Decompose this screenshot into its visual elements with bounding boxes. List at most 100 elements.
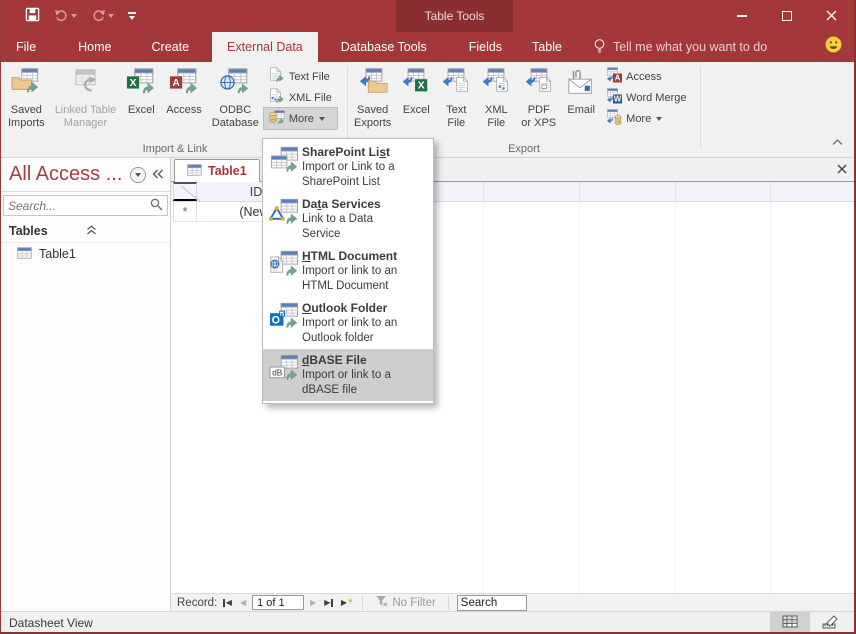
html-document-icon — [266, 249, 302, 280]
export-text-file-button[interactable]: Text File — [437, 64, 475, 138]
svg-text:X: X — [130, 78, 137, 89]
export-word-merge-button[interactable]: W Word Merge — [601, 87, 691, 108]
maximize-icon — [782, 11, 792, 21]
grid-line — [483, 202, 484, 593]
undo-button[interactable] — [54, 7, 77, 25]
document-tab-table1[interactable]: Table1 — [174, 159, 260, 182]
search-icon — [150, 198, 163, 214]
menu-item-description: Import or Link to aSharePoint List — [302, 160, 431, 189]
menu-item-dbase-file[interactable]: dB dBASE File Import or link to adBASE f… — [263, 349, 433, 401]
tab-external-data[interactable]: External Data — [212, 32, 318, 62]
export-email-button[interactable]: Email — [562, 64, 600, 138]
record-search-input[interactable] — [457, 595, 527, 611]
data-services-icon — [266, 197, 302, 228]
export-access-button[interactable]: A Access — [601, 66, 691, 87]
maximize-button[interactable] — [764, 0, 809, 32]
previous-record-icon: ◀ — [240, 599, 246, 607]
filter-icon — [375, 595, 388, 610]
no-filter-button[interactable]: No Filter — [371, 595, 439, 610]
access-export-icon: A — [606, 67, 622, 86]
grid-line — [483, 182, 484, 202]
feedback-smiley-button[interactable] — [825, 36, 842, 56]
import-access-button[interactable]: A Access — [162, 64, 205, 138]
import-more-button[interactable]: More — [264, 108, 337, 129]
nav-search-button[interactable] — [146, 198, 167, 214]
tab-create[interactable]: Create — [137, 32, 205, 62]
close-document-button[interactable] — [837, 162, 847, 177]
datasheet-view-button[interactable] — [770, 612, 810, 634]
design-view-button[interactable] — [810, 612, 850, 634]
text-file-export-icon — [441, 67, 471, 104]
first-record-button[interactable]: ◀ — [221, 596, 234, 610]
next-record-button[interactable]: ▶ — [308, 596, 318, 610]
record-label: Record: — [177, 597, 217, 609]
menu-item-html-document[interactable]: HTML Document Import or link to anHTML D… — [263, 245, 433, 297]
svg-text:A: A — [172, 78, 180, 89]
pdf-xps-icon — [524, 67, 554, 104]
window-controls — [719, 0, 854, 32]
nav-pane-menu-button[interactable] — [130, 167, 146, 183]
menu-item-data-services[interactable]: Data Services Link to a DataService — [263, 193, 433, 245]
sharepoint-list-icon — [266, 145, 302, 176]
redo-icon — [91, 7, 106, 25]
text-file-icon — [269, 67, 285, 86]
export-more-button[interactable]: More — [601, 108, 691, 129]
import-xml-file-button[interactable]: XML File — [264, 87, 337, 108]
redo-dropdown-caret[interactable] — [108, 14, 114, 18]
ribbon-tab-row: File Home Create External Data Database … — [1, 32, 854, 62]
grid-line — [579, 182, 580, 202]
previous-record-button[interactable]: ◀ — [238, 596, 248, 610]
tab-home[interactable]: Home — [63, 32, 126, 62]
tab-file[interactable]: File — [1, 32, 51, 62]
svg-text:O: O — [271, 314, 279, 326]
last-record-button[interactable]: ▶ — [322, 596, 335, 610]
record-position-box[interactable]: 1 of 1 — [252, 595, 304, 610]
menu-item-title: Data Services — [302, 197, 431, 212]
tell-me-box[interactable]: Tell me what you want to do — [583, 32, 777, 62]
saved-imports-button[interactable]: Saved Imports — [4, 64, 49, 138]
nav-item-table1[interactable]: Table1 — [1, 243, 170, 265]
export-small-buttons: A Access W Word Merge More — [601, 66, 691, 129]
saved-exports-icon — [358, 67, 388, 104]
export-excel-button[interactable]: X Excel — [397, 64, 435, 138]
import-odbc-database-button[interactable]: ODBC Database — [208, 64, 263, 138]
customize-quick-access-toolbar-button[interactable] — [128, 12, 136, 20]
excel-export-icon: X — [401, 67, 431, 104]
separator — [448, 596, 449, 610]
last-record-icon: ▶ — [324, 599, 330, 607]
datasheet-view-icon — [782, 615, 798, 631]
export-xml-file-button[interactable]: XML File — [477, 64, 515, 138]
import-text-file-button[interactable]: Text File — [264, 66, 337, 87]
close-button[interactable] — [809, 0, 854, 32]
table-icon — [17, 247, 32, 262]
new-record-selector[interactable]: * — [173, 202, 197, 222]
more-dropdown-caret — [319, 117, 325, 121]
menu-item-sharepoint-list[interactable]: SharePoint List Import or Link to aShare… — [263, 141, 433, 193]
customize-qat-icon — [128, 12, 136, 20]
undo-dropdown-caret[interactable] — [71, 14, 77, 18]
svg-text:dB: dB — [272, 368, 283, 377]
new-blank-record-button[interactable]: ▶* — [339, 596, 354, 610]
nav-search-input[interactable] — [4, 199, 146, 213]
design-view-icon — [822, 615, 838, 632]
redo-button[interactable] — [91, 7, 114, 25]
chevron-down-icon — [135, 173, 141, 177]
navigation-pane: All Access ... Tables Table1 — [1, 158, 171, 611]
access-app-window: Table Tools File Home Create External Da… — [0, 0, 856, 634]
saved-exports-button[interactable]: Saved Exports — [350, 64, 395, 138]
menu-item-outlook-folder[interactable]: O Outlook Folder Import or link to anOut… — [263, 297, 433, 349]
select-all-cell[interactable] — [173, 182, 197, 201]
minimize-button[interactable] — [719, 0, 764, 32]
export-pdf-xps-button[interactable]: PDF or XPS — [517, 64, 560, 138]
tab-database-tools[interactable]: Database Tools — [326, 32, 442, 62]
record-navigation-bar: Record: ◀ ◀ 1 of 1 ▶ ▶ ▶* No Filter — [171, 593, 856, 611]
save-button[interactable] — [25, 7, 40, 25]
tab-table[interactable]: Table — [517, 32, 577, 62]
nav-pane-shutter-button[interactable] — [152, 167, 164, 182]
nav-group-tables[interactable]: Tables — [1, 219, 170, 243]
import-excel-button[interactable]: X Excel — [122, 64, 160, 138]
tab-fields[interactable]: Fields — [454, 32, 517, 62]
close-icon — [826, 9, 837, 24]
svg-text:W: W — [614, 95, 622, 104]
collapse-ribbon-button[interactable] — [831, 134, 844, 149]
